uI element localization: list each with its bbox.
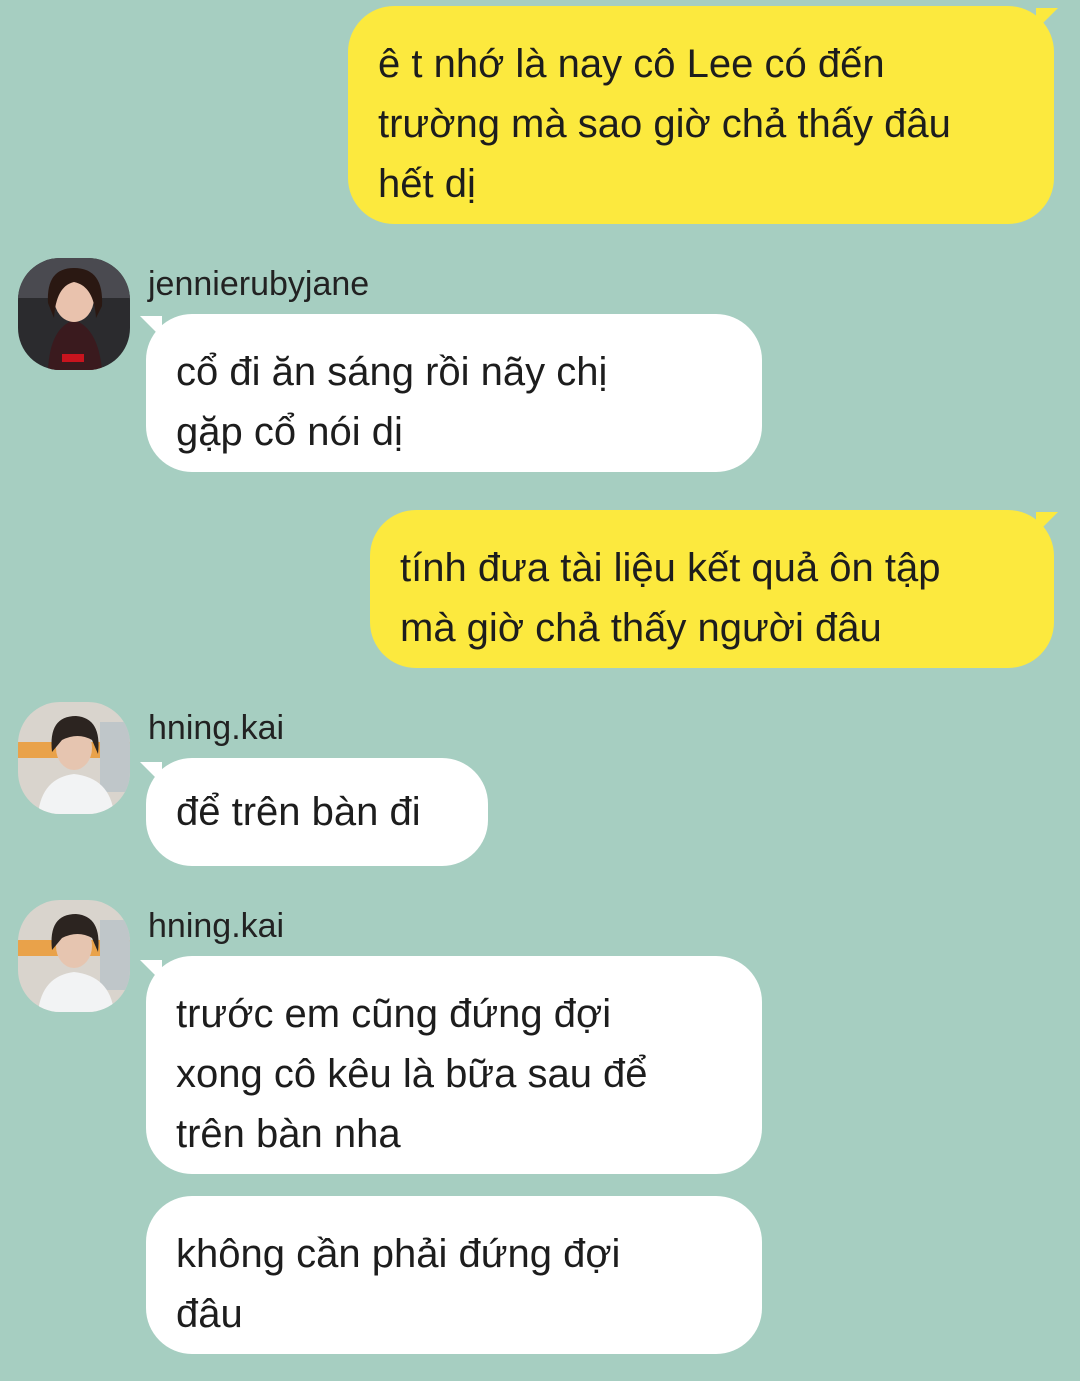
- message-line: trước em cũng đứng đợi: [176, 992, 612, 1036]
- sender-avatar[interactable]: [18, 258, 130, 370]
- incoming-message-bubble[interactable]: cổ đi ăn sáng rồi nãy chị gặp cổ nói dị: [146, 314, 762, 472]
- chat-thread: ê t nhớ là nay cô Lee có đến trường mà s…: [0, 0, 1080, 1381]
- message-line: trường mà sao giờ chả thấy đâu: [378, 102, 951, 146]
- message-line: tính đưa tài liệu kết quả ôn tập: [400, 546, 941, 590]
- sender-avatar[interactable]: [18, 702, 130, 814]
- sender-name: jennierubyjane: [148, 265, 370, 303]
- outgoing-message-bubble[interactable]: tính đưa tài liệu kết quả ôn tập mà giờ …: [370, 510, 1054, 668]
- incoming-message-bubble[interactable]: trước em cũng đứng đợi xong cô kêu là bữ…: [146, 956, 762, 1174]
- message-line: mà giờ chả thấy người đâu: [400, 606, 882, 650]
- message-line: hết dị: [378, 162, 476, 206]
- message-line: để trên bàn đi: [176, 790, 421, 834]
- message-line: trên bàn nha: [176, 1112, 401, 1156]
- message-line: cổ đi ăn sáng rồi nãy chị: [176, 350, 608, 394]
- message-line: xong cô kêu là bữa sau để: [176, 1052, 648, 1096]
- avatar-photo-kai: [18, 900, 130, 1012]
- incoming-message-bubble[interactable]: để trên bàn đi: [146, 758, 488, 866]
- message-line: đâu: [176, 1292, 243, 1336]
- incoming-message-bubble[interactable]: không cần phải đứng đợi đâu: [146, 1196, 762, 1354]
- message-line: gặp cổ nói dị: [176, 410, 403, 454]
- outgoing-message-bubble[interactable]: ê t nhớ là nay cô Lee có đến trường mà s…: [348, 6, 1054, 224]
- avatar-photo-jennie: [18, 258, 130, 370]
- avatar-photo-kai: [18, 702, 130, 814]
- message-line: không cần phải đứng đợi: [176, 1232, 621, 1276]
- sender-avatar[interactable]: [18, 900, 130, 1012]
- sender-name: hning.kai: [148, 709, 285, 747]
- sender-name: hning.kai: [148, 907, 285, 945]
- message-line: ê t nhớ là nay cô Lee có đến: [378, 42, 885, 86]
